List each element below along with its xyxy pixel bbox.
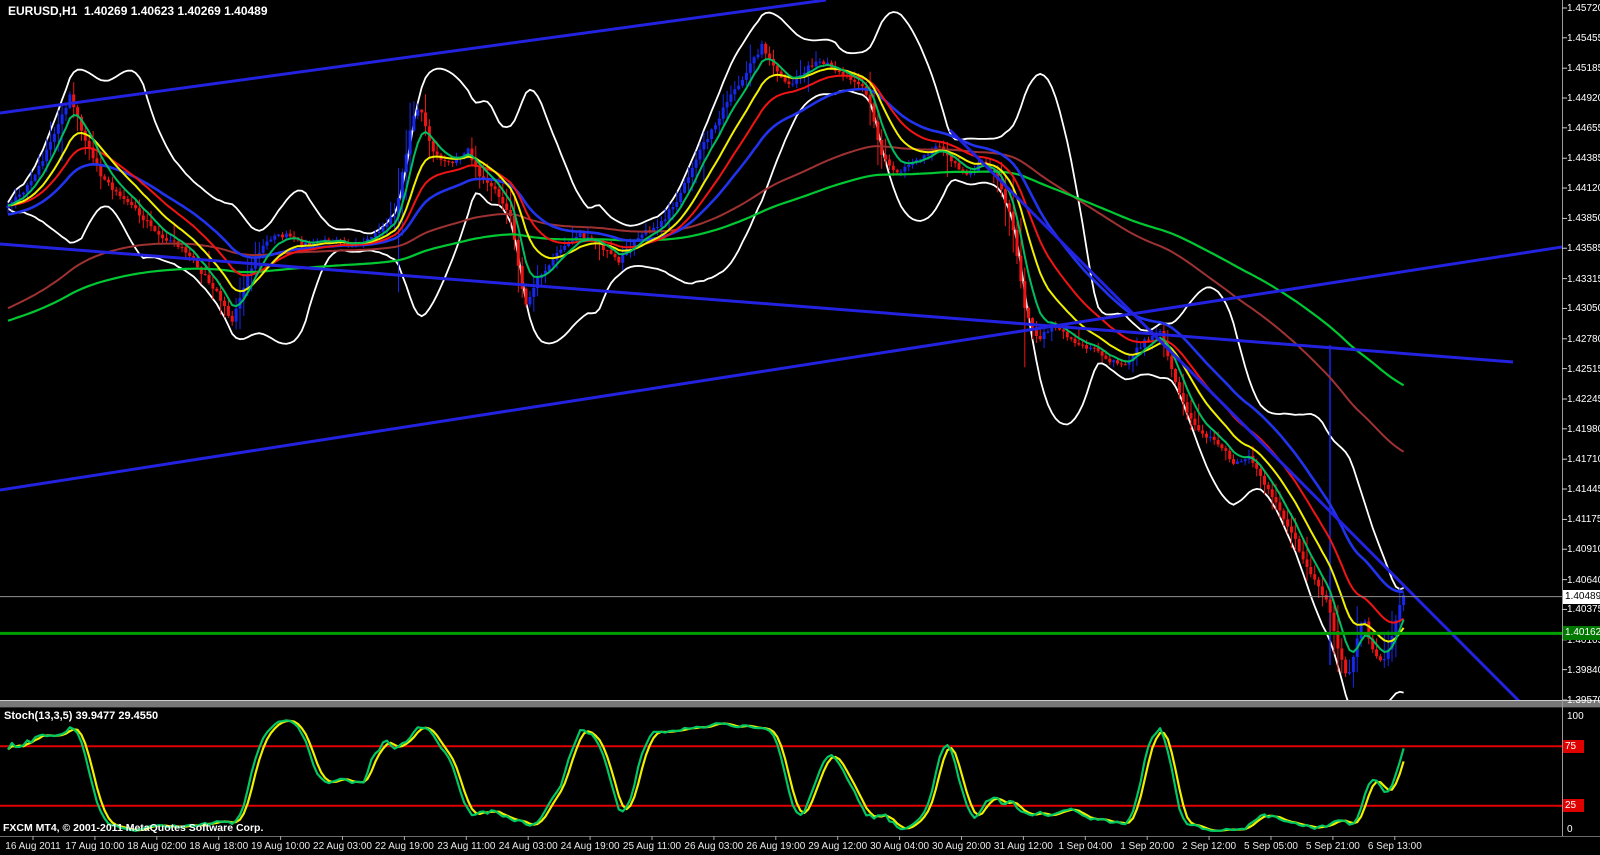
price-axis-label: 1.41710 <box>1567 454 1600 465</box>
price-axis-label: 1.39570 <box>1567 695 1600 706</box>
time-axis-label: 30 Aug 20:00 <box>932 841 991 852</box>
time-axis-label: 6 Sep 13:00 <box>1368 841 1422 852</box>
time-axis-label: 5 Sep 05:00 <box>1244 841 1298 852</box>
time-axis-label: 22 Aug 03:00 <box>313 841 372 852</box>
channel-upper-band <box>8 12 1404 589</box>
stochastic-label: Stoch(13,3,5) 39.9477 29.4550 <box>4 710 158 722</box>
candlestick-series <box>7 41 1406 688</box>
price-axis-label: 1.45455 <box>1567 33 1600 44</box>
channel-lower-band <box>8 91 1404 713</box>
price-axis-label: 1.41175 <box>1567 514 1600 525</box>
ma-yellow <box>8 69 1404 642</box>
mt4-chart-window: EURUSD,H1 1.40269 1.40623 1.40269 1.4048… <box>0 0 1600 855</box>
stoch-level-marker-25: 25 <box>1563 799 1584 812</box>
ma-fast-green <box>8 59 1404 652</box>
panel-separator[interactable] <box>0 701 1600 707</box>
price-axis-label: 1.40640 <box>1567 575 1600 586</box>
ma-green-slow <box>8 172 1404 386</box>
time-axis-label: 26 Aug 03:00 <box>684 841 743 852</box>
chart-title-ohlc: EURUSD,H1 1.40269 1.40623 1.40269 1.4048… <box>8 4 268 18</box>
price-axis-label: 1.42245 <box>1567 394 1600 405</box>
time-axis-label: 16 Aug 2011 <box>5 841 60 852</box>
time-axis-label: 24 Aug 03:00 <box>499 841 558 852</box>
price-axis-label: 1.41445 <box>1567 484 1600 495</box>
time-axis-label: 18 Aug 18:00 <box>189 841 248 852</box>
time-axis-label: 31 Aug 12:00 <box>994 841 1053 852</box>
time-axis-label: 22 Aug 19:00 <box>375 841 434 852</box>
price-axis-label: 1.39840 <box>1567 665 1600 676</box>
stoch-signal-line <box>8 721 1404 831</box>
price-axis-label: 1.45720 <box>1567 3 1600 14</box>
time-axis-label: 30 Aug 04:00 <box>870 841 929 852</box>
chart-canvas[interactable] <box>0 0 1600 855</box>
trendline-3[interactable] <box>0 247 1562 490</box>
time-axis-label: 18 Aug 02:00 <box>127 841 186 852</box>
price-axis-label: 1.44120 <box>1567 183 1600 194</box>
price-axis-label: 1.41980 <box>1567 424 1600 435</box>
price-axis-label: 1.43050 <box>1567 303 1600 314</box>
ma-blue <box>8 89 1404 592</box>
price-axis-label: 1.44920 <box>1567 93 1600 104</box>
time-axis-label: 19 Aug 10:00 <box>251 841 310 852</box>
trendline-4[interactable] <box>950 130 1521 703</box>
stoch-level-marker-75: 75 <box>1563 740 1584 753</box>
time-axis-label: 29 Aug 12:00 <box>808 841 867 852</box>
price-axis-label: 1.44385 <box>1567 153 1600 164</box>
time-axis-label: 23 Aug 11:00 <box>437 841 495 852</box>
time-axis-label: 26 Aug 19:00 <box>746 841 805 852</box>
stoch-axis-label-0: 0 <box>1567 824 1573 835</box>
stoch-main-line <box>8 720 1404 831</box>
price-axis-label: 1.44655 <box>1567 123 1600 134</box>
time-axis-label: 5 Sep 21:00 <box>1306 841 1360 852</box>
price-axis-label: 1.45185 <box>1567 63 1600 74</box>
copyright-text: FXCM MT4, © 2001-2011 MetaQuotes Softwar… <box>3 822 263 834</box>
price-axis-label: 1.43315 <box>1567 274 1600 285</box>
stochastic-panel[interactable] <box>0 720 1562 831</box>
trendline-2[interactable] <box>0 244 1513 362</box>
price-axis-label: 1.42780 <box>1567 334 1600 345</box>
time-axis-label: 1 Sep 20:00 <box>1120 841 1174 852</box>
green-level-marker: 1.40162 <box>1563 626 1600 640</box>
time-axis-label: 24 Aug 19:00 <box>561 841 620 852</box>
current-price-marker: 1.40489 <box>1563 590 1600 604</box>
time-axis-label: 2 Sep 12:00 <box>1182 841 1236 852</box>
time-axis-label: 1 Sep 04:00 <box>1058 841 1112 852</box>
price-axis-label: 1.40375 <box>1567 604 1600 615</box>
stoch-axis-label-100: 100 <box>1567 711 1584 722</box>
price-axis-label: 1.43850 <box>1567 213 1600 224</box>
price-axis-label: 1.42515 <box>1567 364 1600 375</box>
time-axis-label: 17 Aug 10:00 <box>65 841 124 852</box>
time-axis-label: 25 Aug 11:00 <box>623 841 681 852</box>
main-chart-area[interactable] <box>0 0 1562 713</box>
price-axis-label: 1.40910 <box>1567 544 1600 555</box>
price-axis-label: 1.43585 <box>1567 243 1600 254</box>
